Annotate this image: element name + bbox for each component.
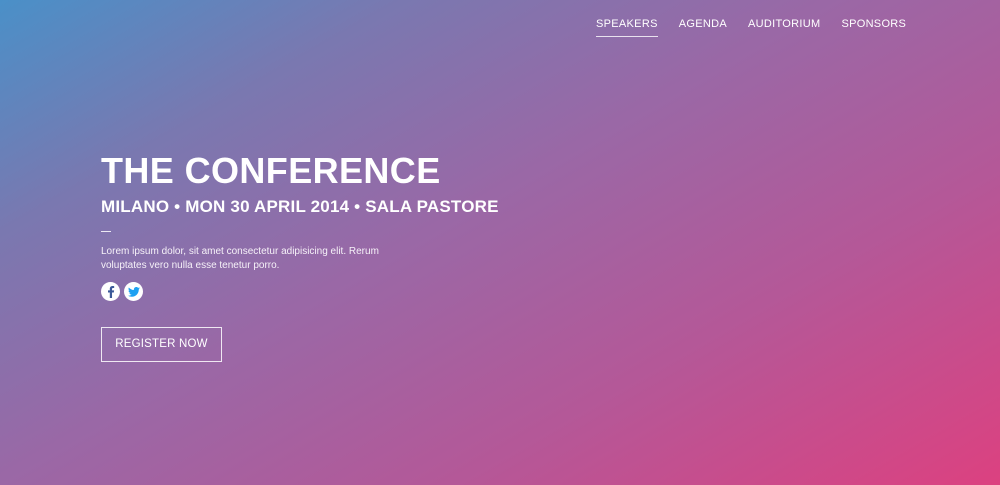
nav-item-auditorium[interactable]: AUDITORIUM bbox=[748, 18, 820, 37]
hero-description: Lorem ipsum dolor, sit amet consectetur … bbox=[101, 246, 379, 271]
twitter-icon bbox=[127, 286, 140, 297]
hero-section: THE CONFERENCE MILANO • MON 30 APRIL 201… bbox=[101, 152, 561, 362]
nav-item-speakers[interactable]: SPEAKERS bbox=[596, 18, 658, 37]
nav-item-agenda[interactable]: AGENDA bbox=[679, 18, 727, 37]
facebook-icon bbox=[107, 285, 114, 298]
page-title: THE CONFERENCE bbox=[101, 150, 441, 191]
divider bbox=[101, 231, 111, 232]
top-nav: SPEAKERS AGENDA AUDITORIUM SPONSORS bbox=[596, 18, 906, 37]
nav-item-sponsors[interactable]: SPONSORS bbox=[841, 18, 906, 37]
social-links bbox=[101, 282, 561, 301]
event-details: MILANO • MON 30 APRIL 2014 • SALA PASTOR… bbox=[101, 197, 499, 216]
register-now-button[interactable]: REGISTER NOW bbox=[101, 327, 222, 362]
twitter-button[interactable] bbox=[124, 282, 143, 301]
facebook-button[interactable] bbox=[101, 282, 120, 301]
